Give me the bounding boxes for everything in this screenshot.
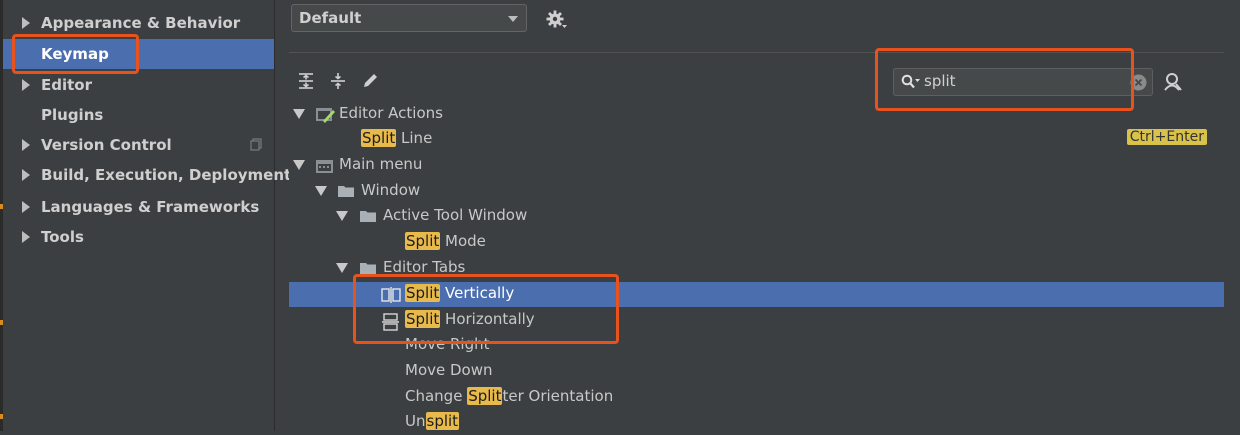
gear-icon[interactable] (546, 10, 568, 30)
sidebar-item-label: Build, Execution, Deployment (41, 166, 292, 184)
sidebar-item-editor[interactable]: Editor (3, 70, 274, 100)
sidebar-item-version-control[interactable]: Version Control (3, 130, 274, 160)
tree-row-label: Mode (440, 232, 486, 250)
sidebar-item-label: Version Control (41, 136, 172, 154)
tree-row-label: Line (396, 129, 433, 147)
tree-row-label: ter Orientation (502, 387, 614, 405)
folder-icon (360, 211, 376, 222)
tree-row-label: Editor Actions (339, 104, 443, 122)
tree-row-label-prefix: Un (405, 412, 426, 430)
sidebar-item-label: Tools (41, 228, 84, 246)
expand-arrow-icon (22, 139, 30, 151)
expand-arrow-icon (22, 201, 30, 213)
annotation-split-actions-highlight (353, 274, 619, 344)
tree-row-label: Main menu (339, 155, 423, 173)
expand-all-icon[interactable] (297, 72, 315, 90)
caret-down-icon (336, 211, 348, 221)
tree-row-move-down[interactable]: Move Down (289, 359, 1224, 384)
tree-row-label: Active Tool Window (383, 206, 528, 224)
search-match-highlight: split (425, 412, 460, 430)
edge-marker (0, 414, 3, 419)
main-menu-icon (316, 160, 333, 173)
sidebar-item-label: Appearance & Behavior (41, 14, 241, 32)
tree-row-label-prefix: Change (405, 387, 468, 405)
annotation-search-highlight (875, 48, 1134, 111)
caret-down-icon (336, 263, 348, 273)
expand-arrow-icon (22, 79, 30, 91)
sidebar-item-plugins[interactable]: Plugins (3, 100, 274, 130)
sidebar-item-label: Languages & Frameworks (41, 198, 260, 216)
collapse-all-icon[interactable] (329, 72, 347, 90)
tree-row-label: Window (361, 181, 421, 199)
search-match-highlight: Split (405, 232, 441, 250)
tree-row-split-mode[interactable]: Split Mode (289, 230, 1224, 255)
find-by-shortcut-icon[interactable] (1163, 72, 1183, 92)
editor-actions-icon (316, 108, 335, 123)
expand-arrow-icon (22, 169, 30, 181)
tree-row-active-tool-window[interactable]: Active Tool Window (289, 204, 1224, 229)
expand-arrow-icon (22, 231, 30, 243)
tree-row-main-menu[interactable]: Main menu (289, 153, 1224, 178)
caret-down-icon (315, 186, 327, 196)
tree-row-change-splitter-orientation[interactable]: Change Splitter Orientation (289, 385, 1224, 410)
expand-arrow-icon (22, 17, 30, 29)
folder-icon (360, 263, 376, 274)
tree-row-unsplit[interactable]: Unsplit (289, 410, 1224, 435)
keymap-tree: Editor Actions Split Line Ctrl+Enter Mai… (289, 102, 1224, 431)
shortcut-badge: Ctrl+Enter (1126, 129, 1207, 145)
sidebar-item-label: Editor (41, 76, 92, 94)
chevron-down-icon (508, 16, 518, 22)
sidebar-item-build-execution-deployment[interactable]: Build, Execution, Deployment (3, 160, 291, 190)
tree-row-split-line[interactable]: Split Line Ctrl+Enter (289, 127, 1224, 152)
caret-down-icon (293, 109, 305, 119)
edit-icon[interactable] (361, 72, 379, 90)
sidebar-item-label: Plugins (41, 106, 104, 124)
edge-marker (0, 320, 3, 325)
search-match-highlight: Split (467, 387, 503, 405)
folder-icon (338, 186, 354, 197)
annotation-keymap-highlight (12, 34, 139, 74)
tree-row-label: Move Down (405, 361, 493, 379)
caret-down-icon (293, 160, 305, 170)
keymap-selector[interactable]: Default (291, 4, 527, 32)
keymap-selector-value: Default (299, 9, 362, 27)
sidebar-item-languages-frameworks[interactable]: Languages & Frameworks (3, 192, 274, 222)
tree-row-window[interactable]: Window (289, 179, 1224, 204)
search-match-highlight: Split (361, 129, 397, 147)
project-level-icon (250, 138, 262, 151)
sidebar-item-tools[interactable]: Tools (3, 222, 274, 252)
